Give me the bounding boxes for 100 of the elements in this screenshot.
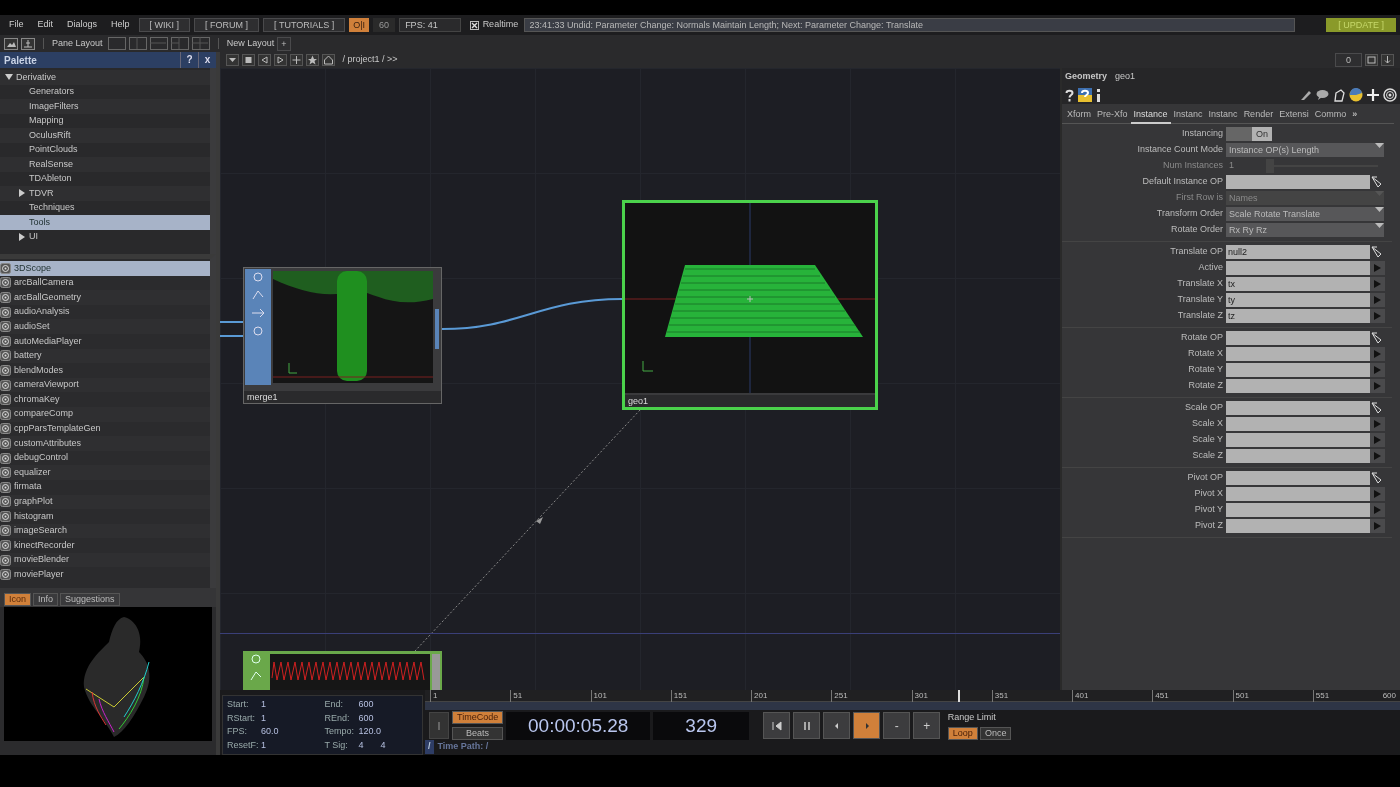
counter-button[interactable]: 0 (1335, 53, 1362, 67)
expand-icon[interactable] (1370, 519, 1385, 533)
mode-button[interactable]: Beats (452, 726, 504, 740)
input-field[interactable] (1226, 363, 1370, 377)
tree-item[interactable]: TDAbleton (0, 171, 210, 186)
palette-item[interactable]: customAttributes (0, 436, 210, 451)
parameter-tab[interactable]: Xform (1064, 103, 1094, 124)
palette-item[interactable]: firmata (0, 479, 210, 495)
dropdown[interactable]: Rx Ry Rz (1226, 223, 1384, 237)
expand-icon[interactable] (1370, 293, 1385, 307)
stop-icon[interactable] (242, 54, 255, 66)
tree-item[interactable]: OculusRift (0, 128, 210, 143)
layout-icon[interactable] (170, 37, 189, 50)
menu-item[interactable]: Edit (32, 18, 59, 32)
layout-icon[interactable] (107, 37, 126, 50)
parameter-tab[interactable]: Instanc (1205, 103, 1241, 124)
transport-button[interactable] (793, 712, 821, 739)
tree-item[interactable]: Derivative (0, 70, 210, 85)
perform-toggle[interactable]: O|I (349, 18, 370, 32)
input-field[interactable] (1226, 433, 1370, 447)
download-icon[interactable] (1381, 54, 1394, 66)
transport-button[interactable]: - (883, 712, 911, 739)
palette-item[interactable]: 3DScope (0, 261, 210, 276)
link-button[interactable]: [ FORUM ] (194, 18, 260, 32)
tree-item[interactable]: TDVR (0, 186, 210, 201)
expand-arrow-icon[interactable] (18, 232, 26, 241)
home-icon[interactable] (322, 54, 335, 66)
palette-item[interactable]: movieBlender (0, 552, 210, 568)
link-button[interactable]: [ TUTORIALS ] (263, 18, 346, 32)
clone-icon[interactable] (1333, 88, 1345, 102)
input-field[interactable]: null2 (1226, 245, 1370, 259)
input-field[interactable] (1226, 519, 1370, 533)
window-icon[interactable] (1365, 54, 1378, 66)
playhead[interactable] (957, 690, 960, 702)
input-field[interactable] (1226, 449, 1370, 463)
tree-item[interactable]: UI (0, 229, 210, 244)
palette-item[interactable]: imageSearch (0, 523, 210, 539)
layout-icon[interactable] (128, 37, 147, 50)
pane-icon[interactable] (21, 37, 35, 50)
input-field[interactable] (1226, 503, 1370, 517)
caret-icon[interactable] (226, 54, 239, 66)
palette-item[interactable]: cppParsTemplateGen (0, 421, 210, 437)
node[interactable]: merge1 (243, 267, 442, 404)
plus-icon[interactable] (1367, 89, 1379, 101)
dropdown[interactable]: Scale Rotate Translate (1226, 207, 1384, 221)
star-icon[interactable] (306, 54, 319, 66)
add-icon[interactable] (290, 54, 303, 66)
palette-item[interactable]: debugControl (0, 450, 210, 466)
tree-item[interactable]: Mapping (0, 113, 210, 128)
menu-item[interactable]: File (4, 18, 29, 32)
tree-item[interactable]: PointClouds (0, 142, 210, 157)
add-layout-button[interactable]: + (277, 36, 291, 51)
input-field[interactable] (1226, 471, 1370, 485)
python-icon[interactable] (1349, 88, 1363, 102)
panel-tab[interactable]: Icon (4, 593, 31, 606)
network-path[interactable]: / project1 / >> (342, 53, 1332, 67)
fps-cap-button[interactable]: 60 (373, 18, 396, 32)
expand-icon[interactable] (1370, 277, 1385, 291)
comment-icon[interactable] (1316, 89, 1329, 101)
expand-icon[interactable] (1370, 309, 1385, 323)
info-icon[interactable] (1096, 88, 1101, 102)
expand-arrow-icon[interactable] (18, 189, 26, 198)
layout-icon[interactable] (149, 37, 168, 50)
forward-icon[interactable] (274, 54, 287, 66)
palette-item[interactable]: graphPlot (0, 494, 210, 510)
palette-item[interactable]: histogram (0, 509, 210, 524)
palette-item[interactable]: blendModes (0, 363, 210, 378)
palette-item[interactable]: equalizer (0, 465, 210, 480)
palette-item[interactable]: audioAnalysis (0, 304, 210, 320)
input-field[interactable] (1226, 401, 1370, 415)
realtime-checkbox[interactable] (469, 20, 479, 30)
input-field[interactable]: tz (1226, 309, 1370, 323)
transport-button[interactable] (763, 712, 791, 739)
pencil-icon[interactable] (1300, 89, 1312, 101)
path-button[interactable]: / (425, 740, 434, 754)
link-button[interactable]: [ WIKI ] (138, 18, 191, 32)
palette-item[interactable]: autoMediaPlayer (0, 333, 210, 349)
transport-button[interactable]: + (913, 712, 941, 739)
input-field[interactable] (1226, 379, 1370, 393)
input-field[interactable]: tx (1226, 277, 1370, 291)
tree-item[interactable]: ImageFilters (0, 99, 210, 114)
panel-tab[interactable]: Suggestions (60, 593, 120, 606)
picture-icon[interactable] (4, 37, 18, 50)
layout-icon[interactable] (191, 37, 210, 50)
palette-item[interactable]: cameraViewport (0, 377, 210, 393)
tree-item[interactable]: Generators (0, 84, 210, 99)
parameter-tab[interactable]: Instanc (1170, 103, 1206, 124)
parameter-tab[interactable]: Commo (1311, 103, 1350, 124)
expand-icon[interactable] (1370, 363, 1385, 377)
input-field[interactable]: ty (1226, 293, 1370, 307)
palette-item[interactable]: battery (0, 348, 210, 364)
palette-item[interactable]: audioSet (0, 319, 210, 334)
help-icon[interactable] (1065, 88, 1074, 102)
tree-item[interactable]: Tools (0, 215, 210, 230)
palette-item[interactable]: compareComp (0, 406, 210, 422)
palette-item[interactable]: chromaKey (0, 392, 210, 407)
palette-item[interactable]: arcBallGeometry (0, 290, 210, 305)
input-field[interactable] (1226, 261, 1370, 275)
palette-item[interactable]: moviePlayer (0, 567, 210, 583)
input-field[interactable] (1226, 331, 1370, 345)
